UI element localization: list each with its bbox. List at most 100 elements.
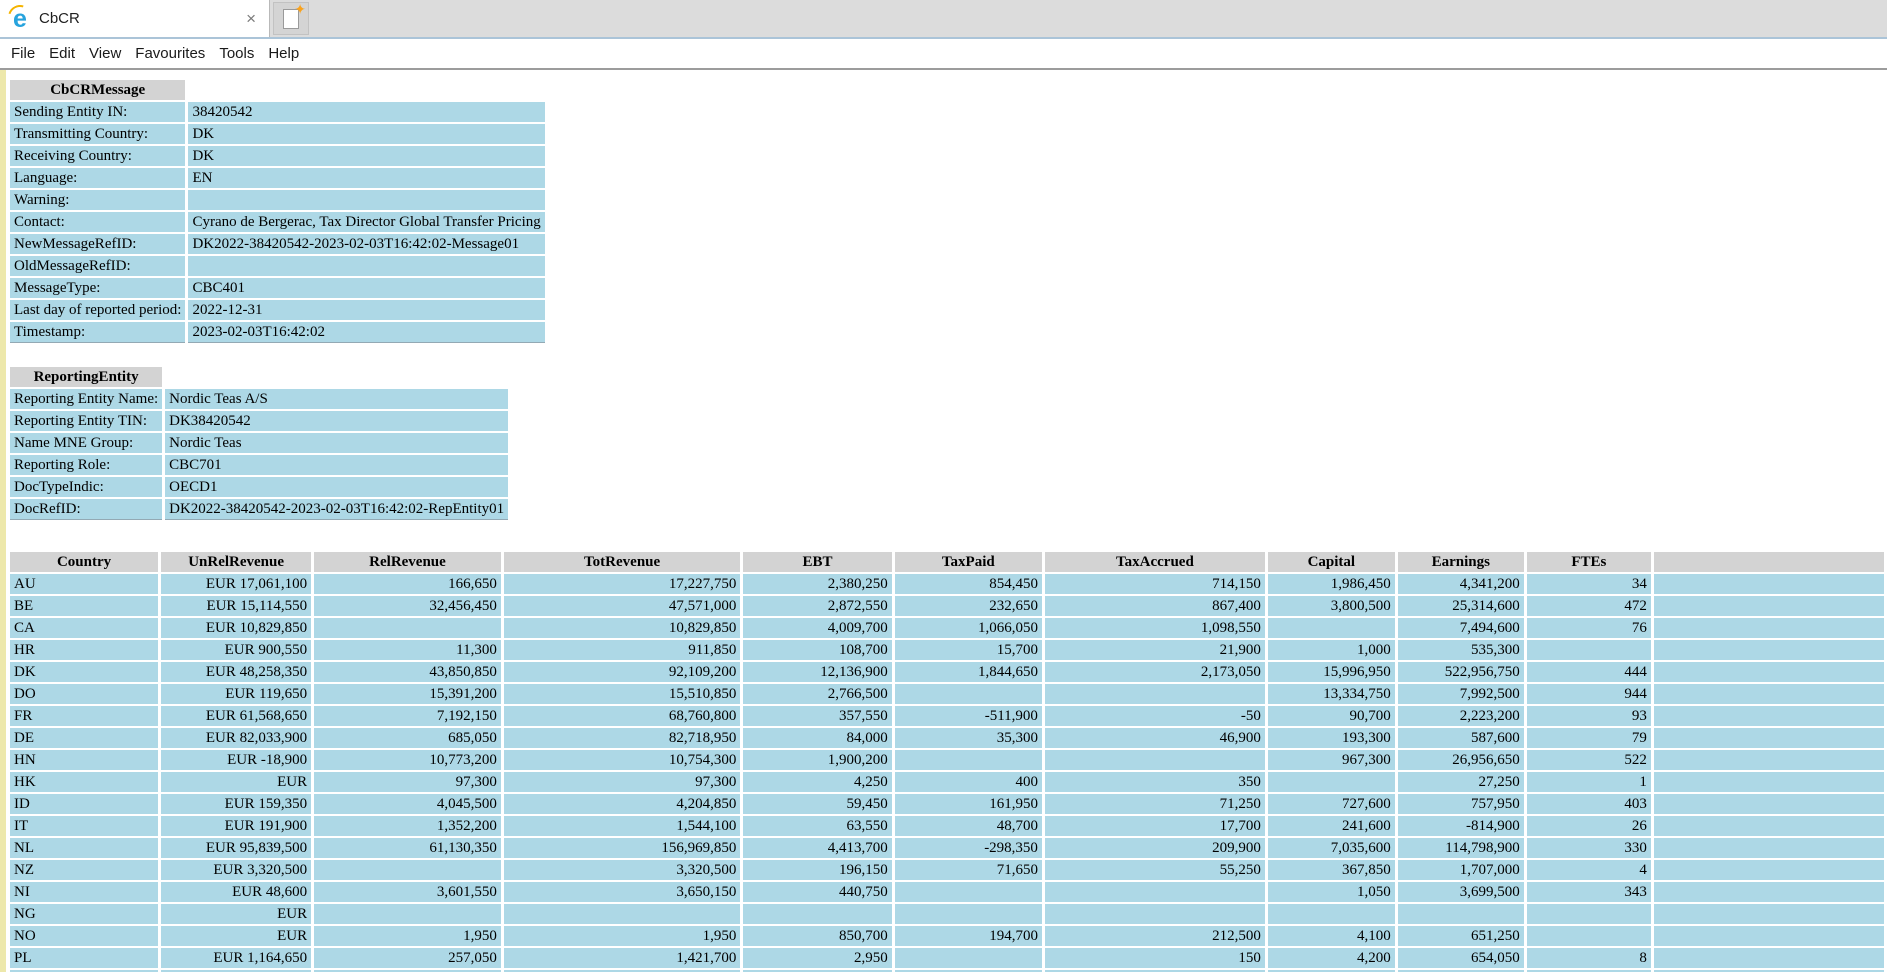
value-cell: -298,350	[895, 838, 1042, 858]
menu-item-view[interactable]: View	[82, 45, 128, 62]
value-cell: 944	[1527, 684, 1651, 704]
value-cell: 1,844,650	[895, 662, 1042, 682]
country-cell: NL	[10, 838, 158, 858]
menu-item-file[interactable]: File	[4, 45, 42, 62]
value-cell: 757,950	[1398, 794, 1524, 814]
column-header-country: Country	[10, 552, 158, 572]
page-content: CbCRMessage Sending Entity IN:38420542Tr…	[0, 70, 1887, 972]
clipped-cell	[1654, 640, 1884, 660]
value-cell: EUR 61,568,650	[161, 706, 311, 726]
field-value	[188, 190, 544, 210]
clipped-cell	[1654, 882, 1884, 902]
clipped-cell	[1654, 684, 1884, 704]
value-cell: EUR	[161, 904, 311, 924]
kv-row: Reporting Entity TIN:DK38420542	[10, 411, 508, 431]
kv-row: Reporting Entity Name:Nordic Teas A/S	[10, 389, 508, 409]
table-row: DOEUR 119,65015,391,20015,510,8502,766,5…	[10, 684, 1884, 704]
value-cell: 685,050	[314, 728, 501, 748]
field-value: CBC701	[165, 455, 508, 475]
value-cell: 25,314,600	[1398, 596, 1524, 616]
column-header-ebt: EBT	[743, 552, 891, 572]
field-label: DocTypeIndic:	[10, 477, 162, 497]
value-cell: 2,950	[743, 948, 891, 968]
value-cell: 1,050	[1268, 882, 1395, 902]
value-cell: 8	[1527, 948, 1651, 968]
kv-row: NewMessageRefID:DK2022-38420542-2023-02-…	[10, 234, 545, 254]
field-value: 2022-12-31	[188, 300, 544, 320]
section-title: ReportingEntity	[10, 367, 162, 387]
value-cell: 71,650	[895, 860, 1042, 880]
kv-row: Contact:Cyrano de Bergerac, Tax Director…	[10, 212, 545, 232]
value-cell: 10,754,300	[504, 750, 741, 770]
value-cell: 15,996,950	[1268, 662, 1395, 682]
value-cell: 1,098,550	[1045, 618, 1265, 638]
table-row: HREUR 900,55011,300911,850108,70015,7002…	[10, 640, 1884, 660]
value-cell	[1045, 882, 1265, 902]
value-cell: 1	[1527, 772, 1651, 792]
country-cell: DK	[10, 662, 158, 682]
field-value	[188, 256, 544, 276]
value-cell: 47,571,000	[504, 596, 741, 616]
clipped-cell	[1654, 838, 1884, 858]
value-cell: EUR 3,320,500	[161, 860, 311, 880]
table-row: DKEUR 48,258,35043,850,85092,109,20012,1…	[10, 662, 1884, 682]
field-value: DK38420542	[165, 411, 508, 431]
value-cell	[1268, 618, 1395, 638]
value-cell: 46,900	[1045, 728, 1265, 748]
value-cell: 114,798,900	[1398, 838, 1524, 858]
field-label: Last day of reported period:	[10, 300, 185, 320]
value-cell: 1,986,450	[1268, 574, 1395, 594]
clipped-cell	[1654, 926, 1884, 946]
clipped-cell	[1654, 816, 1884, 836]
value-cell	[743, 904, 891, 924]
value-cell: 48,700	[895, 816, 1042, 836]
table-row: IDEUR 159,3504,045,5004,204,85059,450161…	[10, 794, 1884, 814]
value-cell: 1,900,200	[743, 750, 891, 770]
country-cell: CA	[10, 618, 158, 638]
menu-item-edit[interactable]: Edit	[42, 45, 82, 62]
field-value: DK2022-38420542-2023-02-03T16:42:02-Mess…	[188, 234, 544, 254]
value-cell: 21,900	[1045, 640, 1265, 660]
field-value: Nordic Teas	[165, 433, 508, 453]
table-row: NZEUR 3,320,5003,320,500196,15071,65055,…	[10, 860, 1884, 880]
value-cell	[895, 948, 1042, 968]
table-row: DEEUR 82,033,900685,05082,718,95084,0003…	[10, 728, 1884, 748]
value-cell: 27,250	[1398, 772, 1524, 792]
country-cell: HK	[10, 772, 158, 792]
browser-tab-cbcr[interactable]: e CbCR ×	[0, 0, 270, 37]
section-title: CbCRMessage	[10, 80, 185, 100]
value-cell: EUR	[161, 772, 311, 792]
value-cell: 61,130,350	[314, 838, 501, 858]
value-cell: 15,391,200	[314, 684, 501, 704]
value-cell	[1268, 772, 1395, 792]
value-cell	[895, 904, 1042, 924]
value-cell: 17,700	[1045, 816, 1265, 836]
field-value: DK	[188, 146, 544, 166]
menu-item-tools[interactable]: Tools	[212, 45, 261, 62]
value-cell: 714,150	[1045, 574, 1265, 594]
value-cell	[1398, 904, 1524, 924]
value-cell: 2,380,250	[743, 574, 891, 594]
field-label: NewMessageRefID:	[10, 234, 185, 254]
menu-item-favourites[interactable]: Favourites	[128, 45, 212, 62]
menu-item-help[interactable]: Help	[261, 45, 306, 62]
browser-tab-bar: e CbCR × ✦	[0, 0, 1887, 39]
kv-row: Name MNE Group:Nordic Teas	[10, 433, 508, 453]
value-cell: 330	[1527, 838, 1651, 858]
column-header-earnings: Earnings	[1398, 552, 1524, 572]
value-cell: 90,700	[1268, 706, 1395, 726]
value-cell: 257,050	[314, 948, 501, 968]
clipped-cell	[1654, 904, 1884, 924]
country-cell: DO	[10, 684, 158, 704]
value-cell	[314, 860, 501, 880]
menu-bar: FileEditViewFavouritesToolsHelp	[0, 39, 1887, 70]
tab-close-icon[interactable]: ×	[241, 8, 261, 29]
value-cell: EUR 95,839,500	[161, 838, 311, 858]
value-cell: EUR 900,550	[161, 640, 311, 660]
field-value: EN	[188, 168, 544, 188]
value-cell: 150	[1045, 948, 1265, 968]
table-row: FREUR 61,568,6507,192,15068,760,800357,5…	[10, 706, 1884, 726]
value-cell: 196,150	[743, 860, 891, 880]
new-tab-button[interactable]: ✦	[273, 2, 309, 35]
value-cell: 209,900	[1045, 838, 1265, 858]
